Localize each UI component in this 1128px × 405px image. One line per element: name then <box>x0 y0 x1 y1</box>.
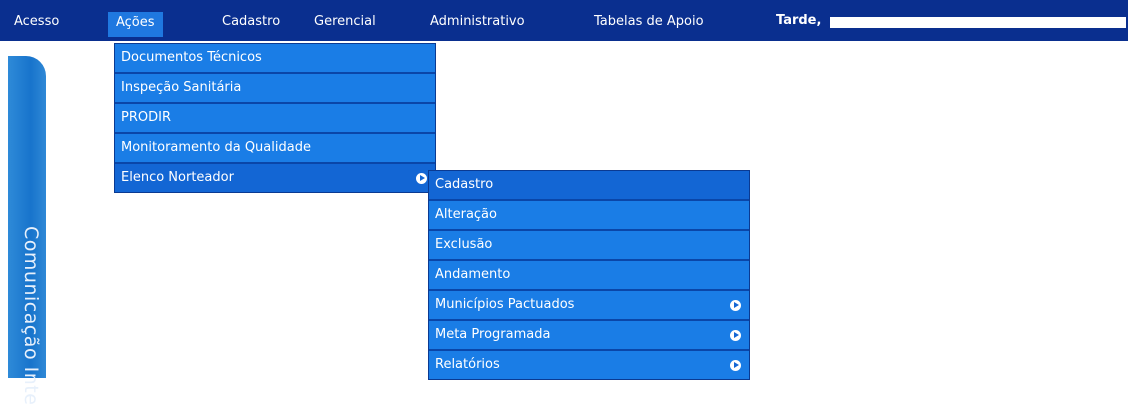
submenu-item-municipios-pactuados[interactable]: Municípios Pactuados <box>429 291 749 321</box>
menu-tabelas-de-apoio[interactable]: Tabelas de Apoio <box>594 13 704 31</box>
menu-item-monitoramento-qualidade[interactable]: Monitoramento da Qualidade <box>115 134 435 164</box>
submenu-arrow-icon <box>730 300 741 311</box>
menu-administrativo[interactable]: Administrativo <box>430 13 525 31</box>
redacted-username <box>830 17 1126 28</box>
menu-item-documentos-tecnicos[interactable]: Documentos Técnicos <box>115 44 435 74</box>
submenu-arrow-icon <box>730 360 741 371</box>
menu-acoes[interactable]: Ações <box>108 12 163 37</box>
side-tab[interactable]: Comunicação Inte <box>8 56 46 405</box>
top-menu-bar: Acesso Ações Cadastro Gerencial Administ… <box>0 0 1128 41</box>
submenu-item-alteracao[interactable]: Alteração <box>429 201 749 231</box>
submenu-item-relatorios-label: Relatórios <box>435 357 500 372</box>
submenu-item-relatorios[interactable]: Relatórios <box>429 351 749 379</box>
elenco-norteador-submenu: Cadastro Alteração Exclusão Andamento Mu… <box>428 170 750 380</box>
menu-item-elenco-norteador-label: Elenco Norteador <box>121 170 234 185</box>
greeting-text: Tarde, <box>776 13 822 28</box>
submenu-arrow-icon <box>416 173 427 184</box>
submenu-item-cadastro[interactable]: Cadastro <box>429 171 749 201</box>
submenu-item-meta-programada[interactable]: Meta Programada <box>429 321 749 351</box>
side-tab-label: Comunicação Inte <box>20 226 42 405</box>
submenu-item-meta-programada-label: Meta Programada <box>435 327 551 342</box>
submenu-item-exclusao[interactable]: Exclusão <box>429 231 749 261</box>
submenu-item-municipios-pactuados-label: Municípios Pactuados <box>435 297 575 312</box>
submenu-arrow-icon <box>730 330 741 341</box>
menu-item-elenco-norteador[interactable]: Elenco Norteador <box>115 164 435 192</box>
menu-acesso[interactable]: Acesso <box>14 13 59 31</box>
menu-item-inspecao-sanitaria[interactable]: Inspeção Sanitária <box>115 74 435 104</box>
menu-item-prodir[interactable]: PRODIR <box>115 104 435 134</box>
acoes-dropdown-menu: Documentos Técnicos Inspeção Sanitária P… <box>114 43 436 193</box>
menu-gerencial[interactable]: Gerencial <box>314 13 376 31</box>
submenu-item-andamento[interactable]: Andamento <box>429 261 749 291</box>
menu-cadastro[interactable]: Cadastro <box>222 13 280 31</box>
